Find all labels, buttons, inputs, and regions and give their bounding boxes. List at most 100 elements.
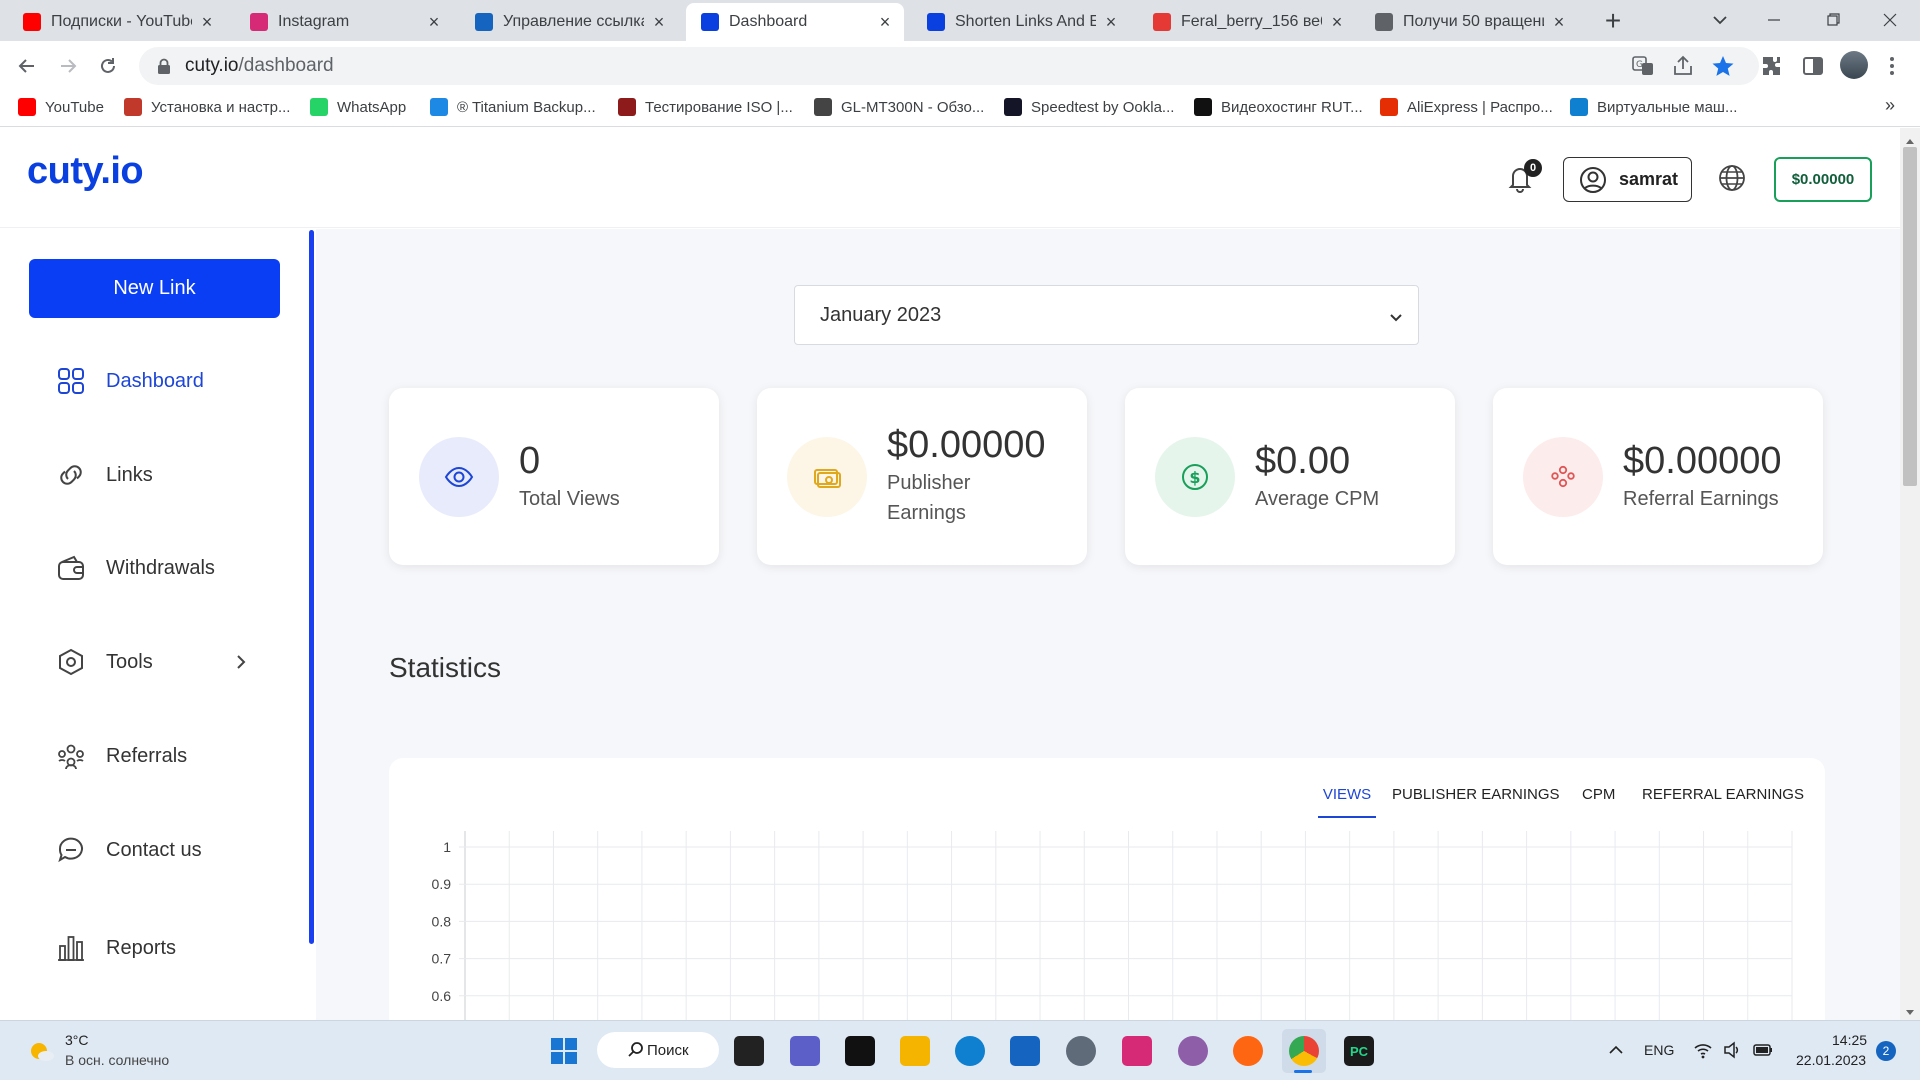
sidebar-item-contact-us[interactable]: Contact us <box>55 830 275 870</box>
pycharm-icon[interactable]: PC <box>1344 1036 1374 1066</box>
volume-icon[interactable] <box>1722 1040 1742 1060</box>
tab-close-icon[interactable]: × <box>198 12 216 33</box>
weather-description[interactable]: В осн. солнечно <box>65 1052 169 1068</box>
tab-cpm[interactable]: CPM <box>1582 786 1615 818</box>
firefox-icon[interactable] <box>1233 1036 1263 1066</box>
browser-tab[interactable]: Подписки - YouTube × <box>8 3 226 41</box>
tab-close-icon[interactable]: × <box>876 12 894 33</box>
forward-arrow-icon[interactable] <box>55 53 81 79</box>
new-tab-button[interactable]: + <box>1598 4 1628 38</box>
money-icon <box>787 437 867 517</box>
bookmark-item[interactable]: YouTube <box>18 95 104 119</box>
bookmark-label: Установка и настр... <box>151 98 291 116</box>
share-icon[interactable] <box>1671 54 1695 78</box>
bookmark-item[interactable]: Тестирование ISO |... <box>618 95 793 119</box>
chrome-icon[interactable] <box>1289 1036 1319 1066</box>
tab-title: Instagram <box>278 13 350 30</box>
stat-label: Total Views <box>519 488 620 510</box>
browser-menu-icon[interactable] <box>1886 54 1898 78</box>
microsoft-store-icon[interactable] <box>1010 1036 1040 1066</box>
edge-browser-icon[interactable] <box>955 1036 985 1066</box>
page-scrollbar-thumb[interactable] <box>1903 147 1917 486</box>
sidebar-item-withdrawals[interactable]: Withdrawals <box>55 548 275 588</box>
address-bar[interactable]: cuty.io/dashboard <box>139 47 1759 85</box>
tray-expand-chevron-icon[interactable] <box>1607 1041 1625 1059</box>
bookmark-star-icon[interactable] <box>1711 54 1735 78</box>
clock-time[interactable]: 14:25 <box>1832 1032 1867 1048</box>
bookmark-item[interactable]: Видеохостинг RUT... <box>1194 95 1363 119</box>
window-close-icon[interactable] <box>1880 10 1900 30</box>
tab-referral-earnings[interactable]: REFERRAL EARNINGS <box>1642 786 1804 818</box>
tab-close-icon[interactable]: × <box>425 12 443 33</box>
bookmark-item[interactable]: GL-MT300N - Обзо... <box>814 95 984 119</box>
tab-views[interactable]: VIEWS <box>1318 786 1376 818</box>
bookmark-item[interactable]: Установка и настр... <box>124 95 290 119</box>
instagram-app-icon[interactable] <box>1122 1036 1152 1066</box>
youtube-icon <box>18 98 36 116</box>
sidebar-item-dashboard[interactable]: Dashboard <box>55 361 275 401</box>
taskbar-search[interactable]: Поиск <box>597 1032 719 1068</box>
language-indicator[interactable]: ENG <box>1644 1042 1674 1058</box>
task-view-icon[interactable] <box>734 1036 764 1066</box>
sidebar-item-tools[interactable]: Tools <box>55 642 275 682</box>
start-windows-icon[interactable] <box>549 1036 579 1066</box>
weather-sun-icon[interactable] <box>26 1036 56 1066</box>
extensions-puzzle-icon[interactable] <box>1760 54 1784 78</box>
back-arrow-icon[interactable] <box>14 53 40 79</box>
reload-icon[interactable] <box>95 53 121 79</box>
bookmark-icon <box>124 98 142 116</box>
tab-close-icon[interactable]: × <box>1328 12 1346 33</box>
notification-center-badge[interactable]: 2 <box>1876 1041 1896 1061</box>
teams-chat-icon[interactable] <box>790 1036 820 1066</box>
browser-tab[interactable]: Instagram × <box>235 3 453 41</box>
lock-icon[interactable] <box>157 58 171 74</box>
month-select[interactable]: January 2023 <box>794 285 1419 345</box>
chevron-down-icon <box>1388 308 1404 331</box>
language-globe-icon[interactable] <box>1716 162 1748 194</box>
balance-button[interactable]: $0.00000 <box>1774 157 1872 202</box>
tab-publisher-earnings[interactable]: PUBLISHER EARNINGS <box>1392 786 1560 818</box>
browser-tab[interactable]: Dashboard × <box>686 3 904 41</box>
bookmark-item[interactable]: ® Titanium Backup... <box>430 95 596 119</box>
file-explorer-icon[interactable] <box>900 1036 930 1066</box>
profile-avatar[interactable] <box>1840 51 1868 79</box>
scroll-up-arrow-icon[interactable] <box>1904 133 1916 144</box>
restore-icon[interactable] <box>1823 10 1843 30</box>
grid-icon <box>55 365 87 397</box>
bookmark-label: WhatsApp <box>337 98 407 116</box>
bookmark-item[interactable]: Speedtest by Ookla... <box>1004 95 1174 119</box>
new-link-button[interactable]: New Link <box>29 259 280 318</box>
translate-icon[interactable]: G <box>1631 54 1655 78</box>
bookmark-item[interactable]: Виртуальные маш... <box>1570 95 1737 119</box>
sidebar-item-reports[interactable]: Reports <box>55 928 275 968</box>
bookmark-item[interactable]: AliExpress | Распро... <box>1380 95 1553 119</box>
user-menu-button[interactable]: samrat <box>1563 157 1692 202</box>
minimize-icon[interactable] <box>1764 10 1784 30</box>
tab-close-icon[interactable]: × <box>1550 12 1568 33</box>
browser-tab[interactable]: Получи 50 вращений × <box>1360 3 1578 41</box>
cuty-logo[interactable]: cuty.io <box>27 150 144 193</box>
aliexpress-icon <box>1380 98 1398 116</box>
browser-tab[interactable]: Управление ссылкам × <box>460 3 678 41</box>
browser-tab[interactable]: Feral_berry_156 вебка × <box>1138 3 1356 41</box>
sidebar-item-links[interactable]: Links <box>55 455 275 495</box>
clock-date[interactable]: 22.01.2023 <box>1796 1052 1866 1068</box>
sidebar-item-referrals[interactable]: Referrals <box>55 736 275 776</box>
weather-temperature[interactable]: 3°C <box>65 1032 89 1048</box>
username-label: samrat <box>1619 169 1679 189</box>
tab-search-chevron-icon[interactable] <box>1710 10 1730 30</box>
battery-icon[interactable] <box>1752 1040 1774 1060</box>
terminal-icon[interactable] <box>845 1036 875 1066</box>
wifi-icon[interactable] <box>1693 1040 1713 1060</box>
tv-app-icon[interactable] <box>1178 1036 1208 1066</box>
settings-gear-icon[interactable] <box>1066 1036 1096 1066</box>
stat-value: $0.00000 <box>887 424 1046 466</box>
bookmark-item[interactable]: WhatsApp <box>310 95 406 119</box>
bookmarks-overflow-button[interactable]: » <box>1885 95 1895 116</box>
y-tick-label: 0.9 <box>432 876 452 892</box>
scroll-down-arrow-icon[interactable] <box>1904 1005 1916 1015</box>
side-panel-icon[interactable] <box>1801 54 1825 78</box>
browser-tab[interactable]: Shorten Links And Ear × <box>912 3 1130 41</box>
tab-close-icon[interactable]: × <box>1102 12 1120 33</box>
tab-close-icon[interactable]: × <box>650 12 668 33</box>
